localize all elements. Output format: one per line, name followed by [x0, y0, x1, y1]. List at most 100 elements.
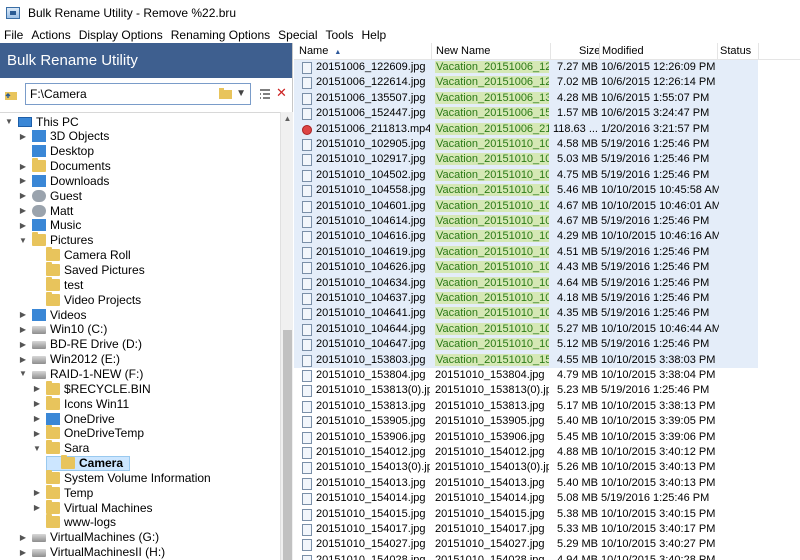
path-input[interactable] — [26, 85, 216, 103]
tree-item[interactable]: www-logs — [32, 514, 122, 530]
table-row[interactable]: 20151010_102905.jpg Vacation_20151010_102… — [294, 137, 758, 153]
tree-item[interactable]: ▶ VirtualMachines (G:) — [18, 530, 165, 545]
column-separator[interactable] — [758, 43, 759, 60]
chevron-down-icon[interactable]: ▼ — [236, 88, 246, 99]
table-row[interactable]: 20151010_154013.jpg 20151010_154013.jpg 5.… — [294, 476, 758, 491]
column-name[interactable]: Name ▲ — [299, 45, 341, 59]
column-separator[interactable] — [431, 43, 432, 60]
tree-item[interactable]: ▶ OneDriveTemp — [32, 425, 150, 441]
column-status[interactable]: Status — [720, 45, 751, 59]
tree-item[interactable]: ▶ Music — [18, 218, 87, 233]
table-row[interactable]: 20151010_154015.jpg 20151010_154015.jpg 5.… — [294, 507, 758, 522]
close-icon[interactable]: ✕ — [276, 85, 287, 101]
chevron-down-icon[interactable]: ▼ — [4, 117, 14, 126]
table-row[interactable]: 20151010_104502.jpg Vacation_20151010_10 4… — [294, 167, 758, 184]
menu-item-file[interactable]: File — [4, 28, 23, 42]
table-row[interactable]: 20151006_122614.jpg Vacation_20151006_122… — [294, 75, 758, 91]
table-row[interactable]: 20151010_104619.jpg Vacation_20151010_10 4… — [294, 244, 758, 261]
tree-item[interactable]: ▼ RAID-1-NEW (F:) — [18, 366, 149, 381]
chevron-down-icon[interactable]: ▼ — [18, 236, 28, 245]
tree-item[interactable]: ▶ BD-RE Drive (D:) — [18, 337, 148, 352]
table-row[interactable]: 20151010_153905.jpg 20151010_153905.jpg 5.… — [294, 414, 758, 429]
chevron-right-icon[interactable]: ▶ — [18, 548, 28, 557]
column-modified[interactable]: Modified — [602, 45, 644, 59]
chevron-right-icon[interactable]: ▶ — [18, 191, 28, 200]
chevron-right-icon[interactable]: ▶ — [18, 340, 28, 349]
column-size[interactable]: Size — [579, 45, 600, 59]
menu-item-display-options[interactable]: Display Options — [79, 28, 163, 42]
path-field[interactable]: ▼ — [25, 83, 251, 105]
tree-item[interactable]: ▶ VirtualMachinesII (H:) — [18, 545, 171, 560]
table-row[interactable]: 20151010_104614.jpg Vacation_20151010_10 4… — [294, 214, 758, 230]
tree-item[interactable]: Saved Pictures — [32, 262, 151, 278]
chevron-right-icon[interactable]: ▶ — [18, 533, 28, 542]
tree-item[interactable]: ▶ OneDrive — [32, 411, 121, 426]
tree-item[interactable]: ▶ Virtual Machines — [32, 499, 159, 515]
tree-item[interactable]: ▶ Documents — [18, 158, 117, 174]
tree-item[interactable]: ▶ Win10 (C:) — [18, 322, 113, 337]
table-row[interactable]: 20151010_154013(0).jpg 20151010_154013(0)… — [294, 460, 758, 475]
table-row[interactable]: 20151006_211813.mp4 Vacation_20151006_21 1… — [294, 121, 758, 137]
tree-item[interactable]: ▶ $RECYCLE.BIN — [32, 380, 157, 396]
table-row[interactable]: 20151010_104626.jpg Vacation_20151010_10 4… — [294, 260, 758, 276]
tree-item[interactable]: Video Projects — [32, 291, 147, 307]
chevron-right-icon[interactable]: ▶ — [32, 399, 42, 408]
menu-item-help[interactable]: Help — [362, 28, 387, 42]
chevron-down-icon[interactable]: ▼ — [18, 369, 28, 378]
tree-item[interactable]: ▶ Downloads — [18, 173, 115, 188]
table-row[interactable]: 20151006_122609.jpg Vacation_20151006_122… — [294, 60, 758, 76]
chevron-right-icon[interactable]: ▶ — [18, 176, 28, 185]
table-row[interactable]: 20151010_154017.jpg 20151010_154017.jpg 5.… — [294, 522, 758, 537]
chevron-right-icon[interactable]: ▶ — [18, 162, 28, 171]
table-row[interactable]: 20151010_104634.jpg Vacation_20151010_10 4… — [294, 275, 758, 291]
scroll-up-icon[interactable]: ▲ — [281, 112, 294, 126]
table-row[interactable]: 20151010_154028.jpg 20151010_154028.jpg 4.… — [294, 553, 758, 560]
table-row[interactable]: 20151006_152447.jpg Vacation_20151006_152… — [294, 106, 758, 122]
chevron-right-icon[interactable]: ▶ — [18, 221, 28, 230]
tree-item[interactable]: ▼ This PC — [4, 114, 85, 129]
menu-item-special[interactable]: Special — [278, 28, 317, 42]
table-row[interactable]: 20151010_153803.jpg Vacation_20151010_153… — [294, 352, 758, 368]
table-row[interactable]: 20151010_153813(0).jpg 20151010_153813(0)… — [294, 383, 758, 398]
up-folder-icon[interactable] — [5, 89, 17, 100]
chevron-down-icon[interactable]: ▼ — [32, 444, 42, 453]
tree-item[interactable]: ▶ Icons Win11 — [32, 395, 135, 411]
tree-options-icon[interactable] — [259, 88, 271, 100]
tree-item[interactable]: test — [32, 276, 89, 292]
table-row[interactable]: 20151010_104558.jpg Vacation_20151010_104… — [294, 183, 758, 199]
table-row[interactable]: 20151010_154012.jpg 20151010_154012.jpg 4.… — [294, 445, 758, 460]
chevron-right-icon[interactable]: ▶ — [32, 503, 42, 512]
tree-item[interactable]: Camera Roll — [32, 247, 137, 263]
browse-folder-icon[interactable] — [219, 88, 232, 99]
table-row[interactable]: 20151010_104641.jpg Vacation_20151010_10 4… — [294, 306, 758, 322]
chevron-right-icon[interactable]: ▶ — [18, 325, 28, 334]
chevron-right-icon[interactable]: ▶ — [18, 355, 28, 364]
table-row[interactable]: 20151010_153813.jpg 20151010_153813.jpg 5.… — [294, 399, 758, 414]
scrollbar-thumb[interactable] — [283, 330, 292, 560]
column-new-name[interactable]: New Name — [436, 45, 490, 59]
table-row[interactable]: 20151010_153906.jpg 20151010_153906.jpg 5.… — [294, 430, 758, 445]
tree-item[interactable]: ▶ Temp — [32, 484, 99, 500]
table-row[interactable]: 20151010_153804.jpg 20151010_153804.jpg 4.… — [294, 368, 758, 383]
chevron-right-icon[interactable]: ▶ — [32, 384, 42, 393]
tree-item[interactable]: ▶ Guest — [18, 188, 88, 203]
column-separator[interactable] — [717, 43, 718, 60]
table-row[interactable]: 20151010_104637.jpg Vacation_20151010_10 4… — [294, 291, 758, 307]
table-row[interactable]: 20151010_154014.jpg 20151010_154014.jpg 5.… — [294, 491, 758, 506]
chevron-right-icon[interactable]: ▶ — [32, 488, 42, 497]
menu-item-renaming-options[interactable]: Renaming Options — [171, 28, 270, 42]
tree-item[interactable]: ▼ Pictures — [18, 232, 99, 248]
tree-item[interactable]: ▶ Videos — [18, 307, 92, 322]
tree-item[interactable]: System Volume Information — [32, 469, 217, 485]
chevron-right-icon[interactable]: ▶ — [18, 206, 28, 215]
menu-item-tools[interactable]: Tools — [326, 28, 354, 42]
table-row[interactable]: 20151010_104647.jpg Vacation_20151010_104… — [294, 337, 758, 353]
tree-scrollbar[interactable]: ▲ — [280, 112, 293, 560]
table-row[interactable]: 20151010_104644.jpg Vacation_20151010_104… — [294, 321, 758, 338]
table-row[interactable]: 20151010_154027.jpg 20151010_154027.jpg 5.… — [294, 537, 758, 552]
table-row[interactable]: 20151010_104601.jpg Vacation_20151010_10 4… — [294, 198, 758, 214]
chevron-right-icon[interactable]: ▶ — [32, 414, 42, 423]
tree-item[interactable]: ▼ Sara — [32, 440, 95, 456]
tree-item[interactable]: ▶ Matt — [18, 203, 79, 218]
tree-item[interactable]: ▶ Win2012 (E:) — [18, 352, 126, 367]
